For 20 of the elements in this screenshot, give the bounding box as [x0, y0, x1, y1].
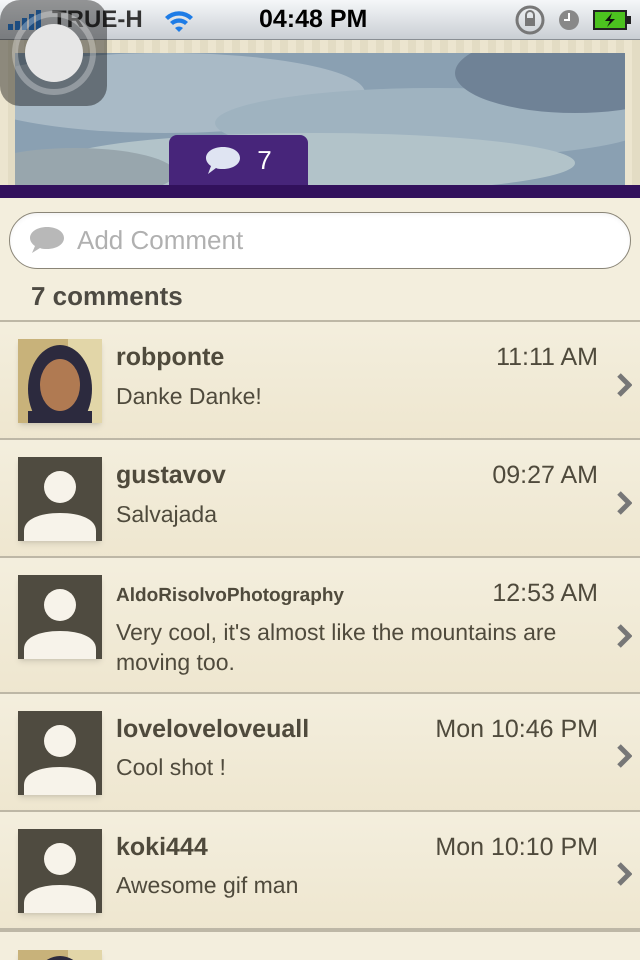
comment-time: 12:53 AM: [492, 578, 598, 609]
username: loveloveloveuall: [116, 714, 310, 744]
comment-time: 09:27 AM: [492, 460, 598, 491]
username: gustavov: [116, 460, 226, 491]
username: AldoRisolvoPhotography: [116, 584, 344, 608]
carrier-name: TRUE-H: [52, 4, 143, 34]
comment-count-tab[interactable]: 7: [169, 135, 308, 185]
comment-time: 11:11 AM: [496, 342, 598, 373]
add-comment-field[interactable]: Add Comment: [9, 212, 631, 269]
comment-time: Mon 10:10 PM: [435, 832, 598, 862]
comment-text: Awesome gif man: [116, 871, 300, 900]
comments-count: 7 comments: [30, 280, 184, 313]
comment-time: Mon 10:46 PM: [435, 714, 598, 744]
comment-text: Cool shot !: [116, 753, 227, 782]
comment-text: Salvajada: [116, 500, 218, 528]
comment-text: Very cool, it's almost like the mountains are moving too.: [116, 618, 558, 676]
username: koki444: [116, 832, 208, 862]
status-time: 04:48 PM: [259, 4, 368, 35]
comment-text: Danke Danke!: [116, 382, 263, 410]
username: robponte: [116, 342, 224, 373]
